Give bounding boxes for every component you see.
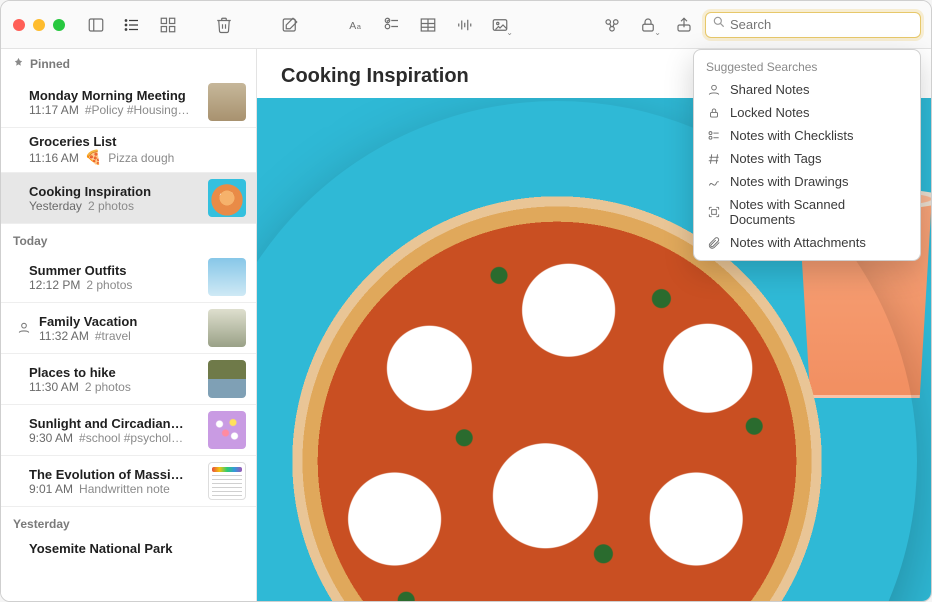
note-thumbnail xyxy=(208,411,246,449)
lock-note-button[interactable]: ⌄ xyxy=(633,10,663,40)
note-time: Yesterday xyxy=(29,199,82,213)
link-note-button[interactable] xyxy=(597,10,627,40)
suggested-item-label: Shared Notes xyxy=(730,82,810,97)
chevron-down-icon: ⌄ xyxy=(654,28,661,37)
suggested-searches-header: Suggested Searches xyxy=(694,56,920,78)
note-row-cooking-inspiration[interactable]: Cooking Inspiration Yesterday 2 photos xyxy=(1,173,256,224)
shared-icon xyxy=(706,83,722,97)
suggested-item-label: Notes with Checklists xyxy=(730,128,854,143)
zoom-window-button[interactable] xyxy=(53,19,65,31)
note-title: Sunlight and Circadian… xyxy=(29,416,200,431)
close-window-button[interactable] xyxy=(13,19,25,31)
note-title: The Evolution of Massi… xyxy=(29,467,200,482)
suggested-item-label: Notes with Tags xyxy=(730,151,822,166)
suggested-drawings[interactable]: Notes with Drawings xyxy=(694,170,920,193)
note-title: Monday Morning Meeting xyxy=(29,88,200,103)
note-time: 11:32 AM xyxy=(39,329,89,343)
pinned-label: Pinned xyxy=(30,57,70,71)
new-note-button[interactable] xyxy=(275,10,305,40)
format-button[interactable]: Aa xyxy=(341,10,371,40)
notes-window: Aa ⌄ ⌄ xyxy=(0,0,932,602)
share-button[interactable] xyxy=(669,10,699,40)
note-meta: #school #psychol… xyxy=(79,431,183,445)
suggested-scanned[interactable]: Notes with Scanned Documents xyxy=(694,193,920,231)
note-time: 11:16 AM xyxy=(29,151,79,165)
note-row-evolution[interactable]: The Evolution of Massi… 9:01 AM Handwritt… xyxy=(1,456,256,507)
delete-note-button[interactable] xyxy=(209,10,239,40)
scan-icon xyxy=(706,205,721,219)
note-time: 9:30 AM xyxy=(29,431,73,445)
note-row-family-vacation[interactable]: Family Vacation 11:32 AM #travel xyxy=(1,303,256,354)
note-thumbnail xyxy=(208,360,246,398)
note-meta: Pizza dough xyxy=(108,151,174,165)
suggested-item-label: Notes with Drawings xyxy=(730,174,849,189)
note-row-sunlight-circadian[interactable]: Sunlight and Circadian… 9:30 AM #school #… xyxy=(1,405,256,456)
notes-list-sidebar: Pinned Monday Morning Meeting 11:17 AM #P… xyxy=(1,49,257,601)
svg-text:a: a xyxy=(357,21,362,30)
note-row-monday-meeting[interactable]: Monday Morning Meeting 11:17 AM #Policy #… xyxy=(1,77,256,128)
suggested-tags[interactable]: Notes with Tags xyxy=(694,147,920,170)
suggested-item-label: Locked Notes xyxy=(730,105,810,120)
media-button[interactable]: ⌄ xyxy=(485,10,515,40)
search-icon xyxy=(712,15,726,34)
pin-icon xyxy=(13,57,24,71)
drawing-icon xyxy=(706,175,722,189)
suggested-locked-notes[interactable]: Locked Notes xyxy=(694,101,920,124)
note-meta: Handwritten note xyxy=(79,482,170,496)
note-time: 12:12 PM xyxy=(29,278,80,292)
suggested-attachments[interactable]: Notes with Attachments xyxy=(694,231,920,254)
note-time: 11:30 AM xyxy=(29,380,79,394)
checklist-button[interactable] xyxy=(377,10,407,40)
note-row-places-to-hike[interactable]: Places to hike 11:30 AM 2 photos xyxy=(1,354,256,405)
window-controls xyxy=(11,19,65,31)
toggle-sidebar-button[interactable] xyxy=(81,10,111,40)
audio-button[interactable] xyxy=(449,10,479,40)
note-thumbnail xyxy=(208,309,246,347)
minimize-window-button[interactable] xyxy=(33,19,45,31)
note-title: Groceries List xyxy=(29,134,246,149)
note-meta: #travel xyxy=(95,329,131,343)
chevron-down-icon: ⌄ xyxy=(506,28,513,37)
note-title: Cooking Inspiration xyxy=(29,184,200,199)
note-thumbnail xyxy=(208,462,246,500)
attachment-icon xyxy=(706,236,722,250)
yesterday-section-header: Yesterday xyxy=(1,507,256,535)
note-time: 11:17 AM xyxy=(29,103,79,117)
suggested-shared-notes[interactable]: Shared Notes xyxy=(694,78,920,101)
search-field[interactable] xyxy=(705,12,921,38)
suggested-searches-popover: Suggested Searches Shared Notes Locked N… xyxy=(693,49,921,261)
note-thumbnail xyxy=(208,258,246,296)
pizza-icon: 🍕 xyxy=(85,149,102,166)
suggested-checklists[interactable]: Notes with Checklists xyxy=(694,124,920,147)
note-title: Places to hike xyxy=(29,365,200,380)
suggested-item-label: Notes with Attachments xyxy=(730,235,866,250)
note-meta: 2 photos xyxy=(85,380,131,394)
note-row-summer-outfits[interactable]: Summer Outfits 12:12 PM 2 photos xyxy=(1,252,256,303)
note-row-groceries[interactable]: Groceries List 11:16 AM 🍕 Pizza dough xyxy=(1,128,256,173)
suggested-item-label: Notes with Scanned Documents xyxy=(729,197,908,227)
note-time: 9:01 AM xyxy=(29,482,73,496)
gallery-view-button[interactable] xyxy=(153,10,183,40)
table-button[interactable] xyxy=(413,10,443,40)
search-input[interactable] xyxy=(730,17,914,32)
note-meta: 2 photos xyxy=(88,199,134,213)
today-section-header: Today xyxy=(1,224,256,252)
lock-icon xyxy=(706,106,722,120)
note-meta: 2 photos xyxy=(86,278,132,292)
note-title: Yosemite National Park xyxy=(29,541,246,556)
note-title: Summer Outfits xyxy=(29,263,200,278)
svg-text:A: A xyxy=(349,19,356,31)
note-thumbnail xyxy=(208,83,246,121)
list-view-button[interactable] xyxy=(117,10,147,40)
pinned-section-header: Pinned xyxy=(1,49,256,77)
note-title: Family Vacation xyxy=(39,314,200,329)
checklist-icon xyxy=(706,129,722,143)
note-row-yosemite[interactable]: Yosemite National Park xyxy=(1,535,256,562)
shared-note-icon xyxy=(17,321,31,335)
note-thumbnail xyxy=(208,179,246,217)
tag-icon xyxy=(706,152,722,166)
search-field-wrap xyxy=(705,12,921,38)
note-meta: #Policy #Housing… xyxy=(85,103,190,117)
toolbar: Aa ⌄ ⌄ xyxy=(1,1,931,49)
